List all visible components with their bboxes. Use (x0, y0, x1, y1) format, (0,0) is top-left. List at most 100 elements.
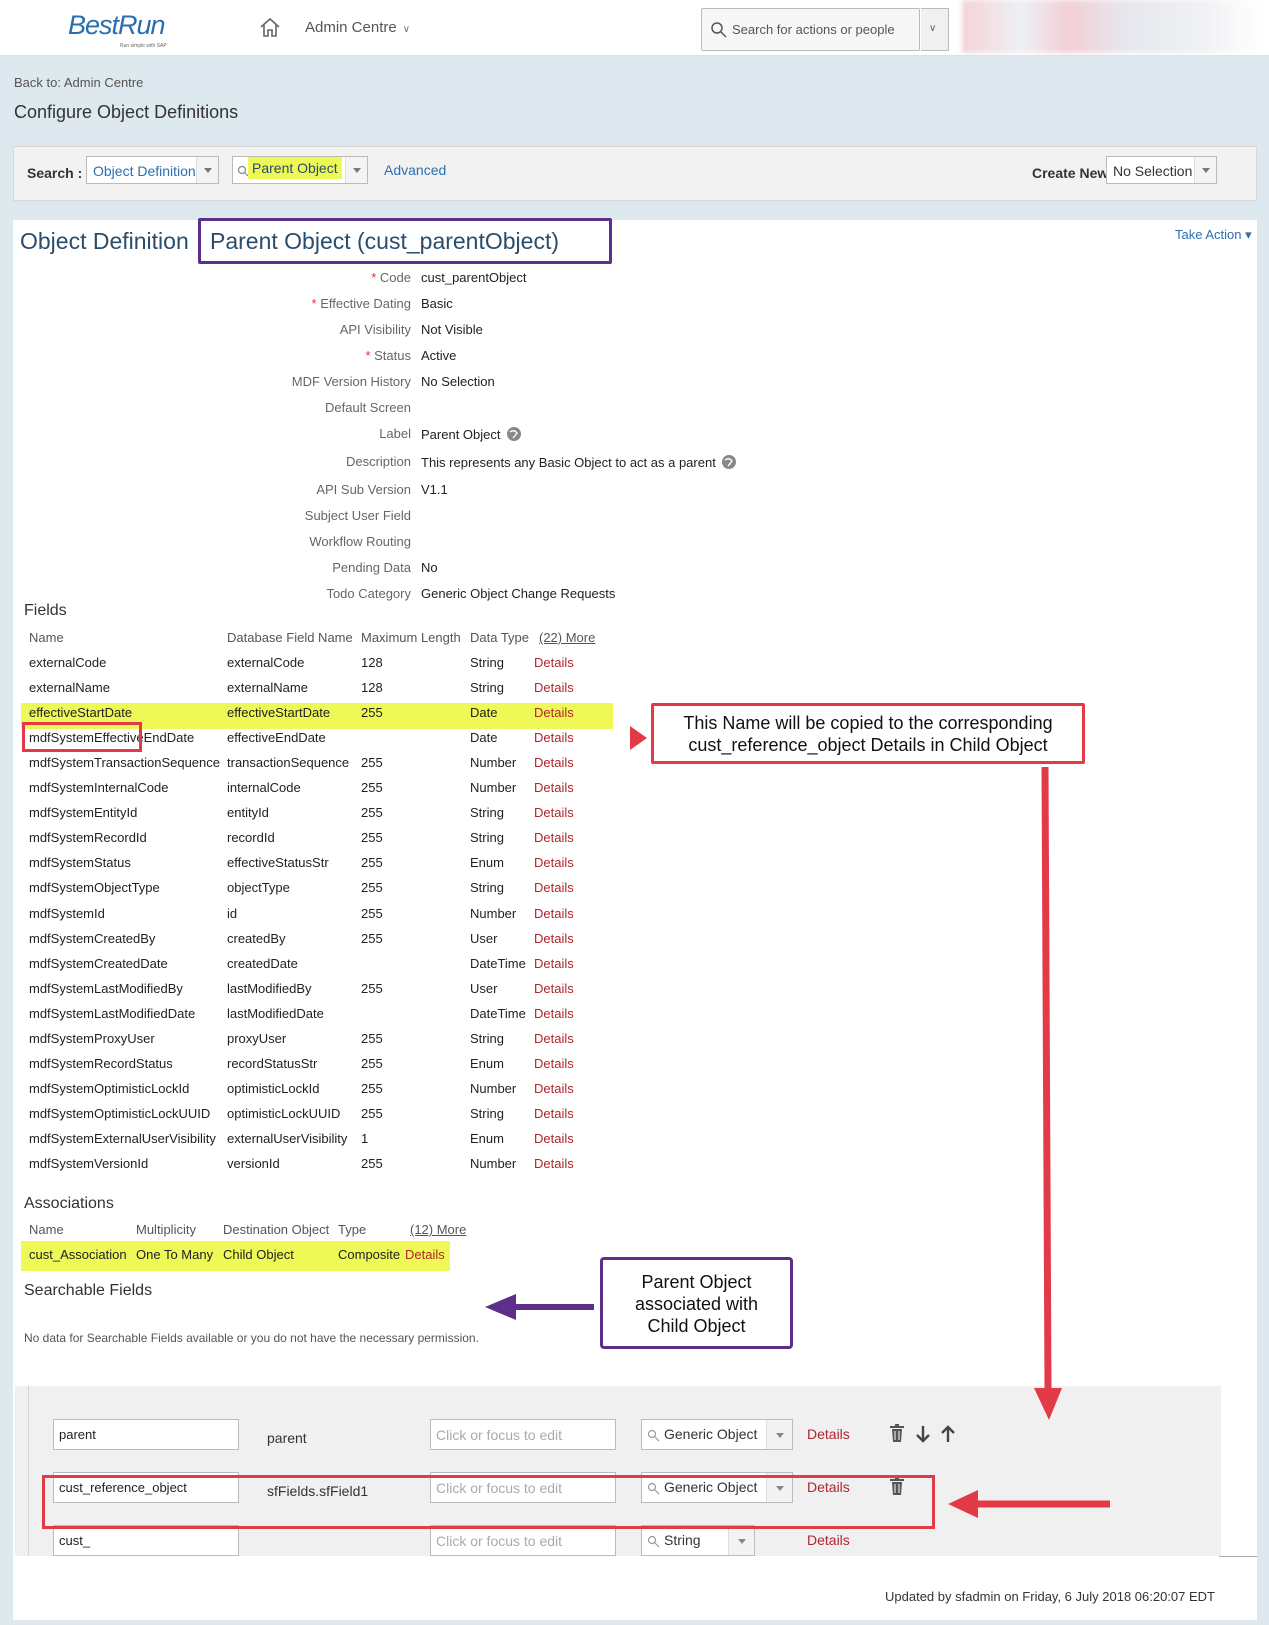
globe-icon[interactable] (721, 454, 737, 470)
assoc-multiplicity: One To Many (136, 1247, 214, 1262)
field-data-type: Date (470, 730, 498, 746)
field-db-name: entityId (227, 805, 269, 821)
field-details-link[interactable]: Details (534, 956, 574, 971)
field-data-type: String (470, 655, 504, 670)
field-name-input[interactable]: cust_ (53, 1525, 239, 1556)
field-db-name: effectiveStatusStr (227, 855, 329, 871)
back-link[interactable]: Back to: Admin Centre (14, 75, 143, 90)
field-data-type: String (470, 805, 504, 821)
field-details-link[interactable]: Details (534, 680, 574, 695)
field-details-link[interactable]: Details (534, 1031, 574, 1046)
create-new-select[interactable]: No Selection (1106, 156, 1217, 184)
field-name: mdfSystemOptimisticLockUUID (29, 1105, 211, 1121)
chevron-down-icon: ∨ (929, 23, 937, 34)
field-data-type: Number (470, 1080, 517, 1096)
delete-icon[interactable] (888, 1423, 906, 1443)
object-type-select[interactable]: Object Definition (86, 156, 219, 184)
field-db-name: recordId (227, 830, 275, 846)
field-max-length: 255 (361, 705, 383, 721)
field-name: mdfSystemLastModifiedDate (29, 1005, 196, 1021)
home-icon[interactable] (258, 16, 282, 40)
chevron-down-icon (766, 1420, 792, 1449)
field-max-length: 255 (361, 1105, 383, 1121)
assoc-more-link[interactable]: (12) More (410, 1222, 466, 1237)
searchable-fields-title: Searchable Fields (24, 1282, 153, 1299)
field-name: mdfSystemCreatedBy (29, 930, 156, 946)
field-max-length: 255 (361, 755, 383, 771)
assoc-details-link[interactable]: Details (405, 1247, 445, 1262)
field-details-link[interactable]: Details (534, 830, 574, 845)
annotation-reference-row-box (42, 1475, 935, 1529)
page-title: Configure Object Definitions (14, 102, 239, 122)
field-details-link[interactable]: Details (534, 1056, 574, 1071)
fields-more-link[interactable]: (22) More (539, 630, 595, 645)
object-name: Parent Object (cust_parentObject) (210, 228, 559, 254)
field-details-link[interactable]: Details (534, 1006, 574, 1021)
field-name: mdfSystemRecordId (29, 830, 147, 846)
data-type-select[interactable]: String (641, 1525, 755, 1556)
field-details-link[interactable]: Details (807, 1532, 850, 1548)
field-details-link[interactable]: Details (534, 1156, 574, 1171)
field-details-link[interactable]: Details (534, 1131, 574, 1146)
field-details-link[interactable]: Details (534, 981, 574, 996)
field-details-link[interactable]: Details (534, 855, 574, 870)
global-search-input[interactable]: Search for actions or people (701, 8, 920, 51)
object-search-bar: Search : Object Definition Parent Object… (13, 146, 1257, 201)
field-details-link[interactable]: Details (534, 880, 574, 895)
field-db-name: internalCode (227, 780, 301, 796)
field-data-type: String (470, 880, 504, 896)
property-value: Parent Object (421, 426, 522, 442)
search-icon (647, 1535, 660, 1548)
property-label: Description (345, 454, 411, 469)
field-details-link[interactable]: Details (534, 655, 574, 670)
field-details-link[interactable]: Details (534, 755, 574, 770)
annotation-field-box (22, 722, 142, 752)
move-up-icon[interactable] (939, 1424, 957, 1444)
field-details-link[interactable]: Details (534, 780, 574, 795)
globe-icon[interactable] (506, 426, 522, 442)
field-name: mdfSystemCreatedDate (29, 955, 168, 971)
field-data-type: User (470, 930, 498, 946)
field-details-link[interactable]: Details (534, 1081, 574, 1096)
field-data-type: String (470, 680, 504, 696)
field-details-link[interactable]: Details (534, 931, 574, 946)
associations-title: Associations (24, 1195, 114, 1212)
move-down-icon[interactable] (914, 1424, 932, 1444)
label-edit-input[interactable]: Click or focus to edit (430, 1525, 616, 1556)
field-max-length: 255 (361, 1055, 383, 1071)
property-value: No (421, 560, 438, 575)
data-type-select[interactable]: Generic Object (641, 1419, 793, 1450)
property-label: Label (379, 426, 411, 441)
field-details-link[interactable]: Details (807, 1426, 850, 1442)
assoc-header-multiplicity: Multiplicity (136, 1222, 196, 1237)
search-icon (711, 22, 727, 38)
fields-header-db-name: Database Field Name (227, 630, 353, 645)
field-max-length: 1 (361, 1130, 369, 1146)
field-max-length: 255 (361, 855, 383, 871)
field-db-name: proxyUser (227, 1030, 287, 1046)
admin-centre-menu[interactable]: Admin Centre ∨ (305, 19, 410, 36)
field-details-link[interactable]: Details (534, 730, 574, 745)
fields-title: Fields (24, 602, 67, 619)
field-data-type: Enum (470, 1055, 504, 1071)
field-db-name: lastModifiedBy (227, 980, 312, 996)
field-name-input[interactable]: parent (53, 1419, 239, 1450)
label-edit-input[interactable]: Click or focus to edit (430, 1419, 616, 1450)
object-search-combo[interactable]: Parent Object (232, 156, 368, 184)
company-logo[interactable]: BestRun Run simple with SAP (68, 10, 178, 50)
property-value: cust_parentObject (421, 270, 527, 285)
field-details-link[interactable]: Details (534, 1106, 574, 1121)
search-dropdown-button[interactable]: ∨ (921, 8, 949, 51)
property-value: Not Visible (421, 322, 483, 337)
advanced-search-link[interactable]: Advanced (384, 162, 446, 178)
assoc-header-name: Name (29, 1222, 64, 1237)
field-details-link[interactable]: Details (534, 805, 574, 820)
field-db-name: optimisticLockId (227, 1080, 320, 1096)
field-details-link[interactable]: Details (534, 705, 574, 720)
field-details-link[interactable]: Details (534, 906, 574, 921)
take-action-menu[interactable]: Take Action ▾ (1175, 227, 1252, 243)
fields-header-max-length: Maximum Length (361, 630, 461, 645)
field-data-type: Date (470, 705, 498, 721)
property-label: API Sub Version (316, 482, 411, 497)
field-db-name: createdDate (227, 955, 298, 971)
